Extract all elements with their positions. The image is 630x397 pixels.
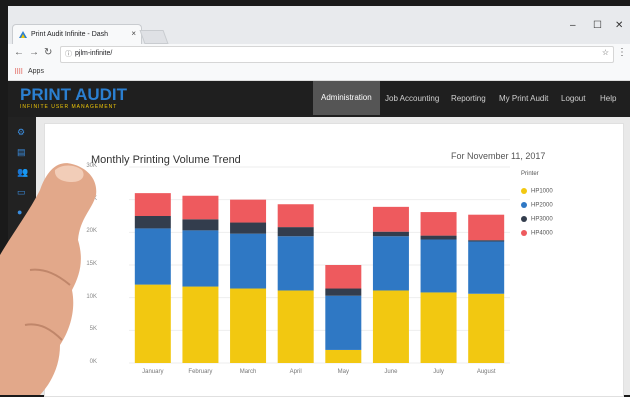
bar-hp2000-may[interactable] xyxy=(325,295,362,350)
browser-toolbar: ← → ↻ ⓘ pjlm-infinite/ ☆ ⋮ xyxy=(8,44,630,64)
bar-hp2000-august[interactable] xyxy=(468,241,505,294)
tab-title: Print Audit Infinite - Dash xyxy=(31,31,109,38)
legend-swatch xyxy=(521,202,527,208)
nav-reporting[interactable]: Reporting xyxy=(451,94,486,103)
back-icon[interactable]: ← xyxy=(14,47,24,58)
bar-hp4000-june[interactable] xyxy=(372,206,409,232)
bar-hp1000-august[interactable] xyxy=(468,293,505,363)
bar-hp3000-february[interactable] xyxy=(182,219,219,231)
logo-audit-text: AUDIT xyxy=(75,85,128,104)
logo-subtitle: INFINITE USER MANAGEMENT xyxy=(20,104,118,110)
x-tick-label: June xyxy=(384,369,398,375)
bar-hp1000-june[interactable] xyxy=(372,290,409,363)
bar-hp2000-march[interactable] xyxy=(230,233,267,289)
bar-hp1000-february[interactable] xyxy=(182,286,219,363)
browser-menu-icon[interactable]: ⋮ xyxy=(617,47,627,58)
bar-hp2000-february[interactable] xyxy=(182,230,219,287)
legend-swatch xyxy=(521,216,527,222)
site-info-icon[interactable]: ⓘ xyxy=(65,49,72,59)
chart-card: Monthly Printing Volume Trend For Novemb… xyxy=(44,123,624,397)
title-bar: Print Audit Infinite - Dash × – ☐ ✕ xyxy=(8,6,630,45)
bar-hp3000-march[interactable] xyxy=(230,222,267,234)
legend-swatch xyxy=(521,230,527,236)
tab-close-icon[interactable]: × xyxy=(131,29,136,38)
legend-item-hp2000[interactable]: HP2000 xyxy=(521,202,553,209)
bar-hp4000-may[interactable] xyxy=(325,265,362,289)
nav-logout[interactable]: Logout xyxy=(561,94,585,103)
apps-grid-icon[interactable]: ⠿⠿ xyxy=(14,68,23,76)
bar-hp4000-july[interactable] xyxy=(420,212,457,236)
legend-title: Printer xyxy=(521,171,539,177)
browser-tab[interactable]: Print Audit Infinite - Dash × xyxy=(12,24,142,45)
x-tick-label: July xyxy=(433,369,444,375)
nav-my-print-audit[interactable]: My Print Audit xyxy=(499,94,548,103)
bar-hp4000-march[interactable] xyxy=(230,199,267,223)
bar-hp1000-march[interactable] xyxy=(230,288,267,363)
bar-hp4000-august[interactable] xyxy=(468,214,505,241)
bar-hp3000-july[interactable] xyxy=(420,235,457,240)
bar-hp1000-april[interactable] xyxy=(277,290,314,363)
close-window-icon[interactable]: ✕ xyxy=(615,20,623,31)
legend-item-hp3000[interactable]: HP3000 xyxy=(521,216,553,223)
main-content: Monthly Printing Volume Trend For Novemb… xyxy=(36,117,630,397)
reload-icon[interactable]: ↻ xyxy=(44,47,52,58)
maximize-icon[interactable]: ☐ xyxy=(593,20,602,31)
minimize-icon[interactable]: – xyxy=(570,20,576,31)
x-tick-label: April xyxy=(289,369,302,375)
bar-hp3000-may[interactable] xyxy=(325,288,362,296)
bar-hp1000-july[interactable] xyxy=(420,292,457,363)
bookmark-apps[interactable]: Apps xyxy=(28,68,44,75)
bar-hp3000-august[interactable] xyxy=(468,240,505,242)
nav-administration[interactable]: Administration xyxy=(313,81,380,115)
bar-hp4000-april[interactable] xyxy=(277,204,314,228)
bar-hp2000-april[interactable] xyxy=(277,236,314,291)
legend-label: HP2000 xyxy=(531,202,553,209)
forward-icon[interactable]: → xyxy=(29,47,39,58)
stacked-bar-chart xyxy=(129,166,510,364)
bookmarks-bar: ⠿⠿ Apps xyxy=(8,64,630,81)
pointing-finger-image xyxy=(0,163,97,395)
x-tick-label: May xyxy=(337,369,349,375)
bar-hp1000-january[interactable] xyxy=(134,284,171,363)
logo-print-text: PRINT xyxy=(20,85,71,104)
bar-hp4000-february[interactable] xyxy=(182,195,219,220)
legend-label: HP3000 xyxy=(531,216,553,223)
bar-hp3000-january[interactable] xyxy=(134,216,171,229)
app-logo[interactable]: PRINT AUDIT xyxy=(20,85,127,105)
new-tab-button[interactable] xyxy=(139,30,169,44)
x-tick-label: February xyxy=(188,369,213,375)
nav-job-accounting[interactable]: Job Accounting xyxy=(385,94,439,103)
bar-hp1000-may[interactable] xyxy=(325,349,362,363)
bar-hp3000-june[interactable] xyxy=(372,231,409,237)
address-bar[interactable]: ⓘ pjlm-infinite/ ☆ xyxy=(60,46,614,63)
legend-item-hp4000[interactable]: HP4000 xyxy=(521,230,553,237)
app-navbar: PRINT AUDIT INFINITE USER MANAGEMENT Adm… xyxy=(8,81,630,117)
nav-help[interactable]: Help xyxy=(600,94,616,103)
bar-hp3000-april[interactable] xyxy=(277,227,314,237)
legend-swatch xyxy=(521,188,527,194)
x-tick-label: January xyxy=(142,369,164,375)
url-text: pjlm-infinite/ xyxy=(75,50,113,57)
bar-hp2000-july[interactable] xyxy=(420,239,457,293)
print-audit-favicon-icon xyxy=(19,31,27,38)
x-tick-label: August xyxy=(476,369,496,375)
bar-hp4000-january[interactable] xyxy=(134,193,171,216)
legend-label: HP1000 xyxy=(531,188,553,195)
legend-item-hp1000[interactable]: HP1000 xyxy=(521,188,553,195)
legend-label: HP4000 xyxy=(531,230,553,237)
x-tick-label: March xyxy=(239,369,257,375)
bookmark-star-icon[interactable]: ☆ xyxy=(602,48,609,57)
bar-hp2000-june[interactable] xyxy=(372,236,409,291)
settings-icon[interactable]: ⚙ xyxy=(17,127,25,138)
bar-hp2000-january[interactable] xyxy=(134,228,171,285)
